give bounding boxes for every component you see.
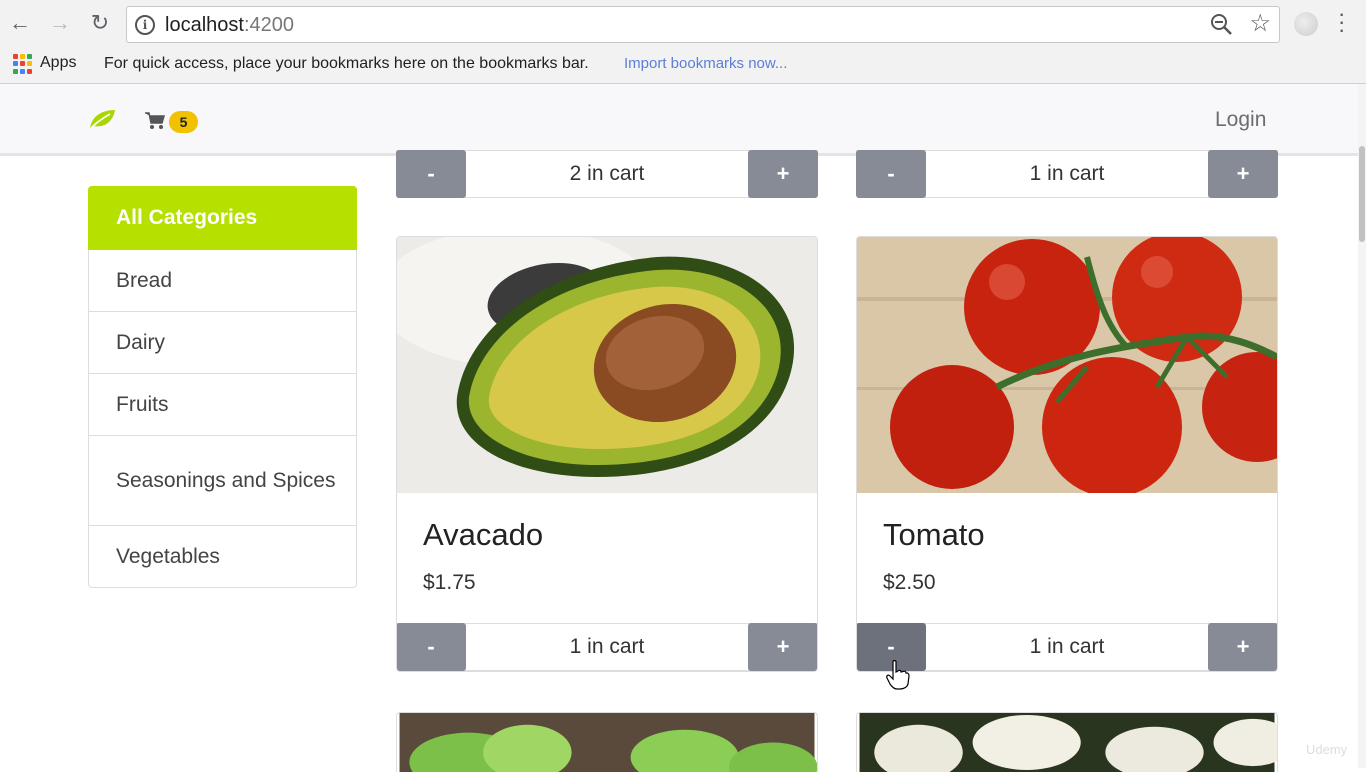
increase-button[interactable]: + xyxy=(1208,150,1278,198)
info-icon[interactable]: i xyxy=(135,15,155,35)
scrollbar-thumb[interactable] xyxy=(1359,146,1365,242)
forward-arrow-icon[interactable]: → xyxy=(46,9,74,37)
cart-quantity: 1 in cart xyxy=(467,624,747,670)
increase-button[interactable]: + xyxy=(748,623,818,671)
quantity-bar: - 1 in cart + xyxy=(396,623,818,671)
category-vegetables[interactable]: Vegetables xyxy=(88,526,357,588)
category-fruits[interactable]: Fruits xyxy=(88,374,357,436)
quantity-bar: - 1 in cart + xyxy=(856,150,1278,198)
category-bread[interactable]: Bread xyxy=(88,250,357,312)
lettuce-image[interactable] xyxy=(396,712,818,772)
product-price: $2.50 xyxy=(883,571,936,595)
cauliflower-image[interactable] xyxy=(856,712,1278,772)
category-dairy[interactable]: Dairy xyxy=(88,312,357,374)
login-link[interactable]: Login xyxy=(1215,108,1266,132)
cart-count-badge[interactable]: 5 xyxy=(169,111,198,133)
quantity-bar: - 2 in cart + xyxy=(396,150,818,198)
app-navbar: 5 Login xyxy=(0,84,1366,156)
leaf-logo-icon[interactable] xyxy=(88,108,116,130)
hand-cursor-icon xyxy=(886,660,910,690)
increase-button[interactable]: + xyxy=(748,150,818,198)
address-url[interactable]: localhost:4200 xyxy=(165,14,294,37)
page-scrollbar[interactable] xyxy=(1358,84,1366,768)
reload-icon[interactable]: ↻ xyxy=(86,9,114,37)
tomato-image[interactable] xyxy=(857,237,1277,493)
back-arrow-icon[interactable]: ← xyxy=(6,9,34,37)
product-card: Avacado $1.75 - 1 in cart + xyxy=(396,236,818,672)
product-title: Avacado xyxy=(423,517,543,553)
cart-icon[interactable] xyxy=(145,112,165,130)
apps-icon[interactable] xyxy=(13,54,33,74)
product-title: Tomato xyxy=(883,517,985,553)
quantity-bar: - 1 in cart + xyxy=(856,623,1278,671)
product-card: Tomato $2.50 - 1 in cart + xyxy=(856,236,1278,672)
increase-button[interactable]: + xyxy=(1208,623,1278,671)
category-sidebar: All Categories Bread Dairy Fruits Season… xyxy=(88,186,357,588)
import-bookmarks-link[interactable]: Import bookmarks now... xyxy=(624,55,787,72)
cart-quantity: 1 in cart xyxy=(927,624,1207,670)
product-price: $1.75 xyxy=(423,571,476,595)
address-bar[interactable]: i localhost:4200 ☆ xyxy=(126,6,1280,43)
bookmarks-hint: For quick access, place your bookmarks h… xyxy=(104,55,589,73)
category-seasonings[interactable]: Seasonings and Spices xyxy=(88,436,357,526)
browser-chrome: ← → ↻ i localhost:4200 ☆ ··· Apps For qu… xyxy=(0,0,1366,84)
apps-link[interactable]: Apps xyxy=(40,54,76,72)
bookmarks-bar: Apps For quick access, place your bookma… xyxy=(0,50,1366,78)
cart-quantity: 2 in cart xyxy=(467,151,747,197)
zoom-icon[interactable] xyxy=(1209,12,1235,38)
udemy-watermark: Udemy xyxy=(1306,742,1347,757)
decrease-button[interactable]: - xyxy=(396,150,466,198)
category-all[interactable]: All Categories xyxy=(88,186,357,250)
decrease-button[interactable]: - xyxy=(396,623,466,671)
cart-quantity: 1 in cart xyxy=(927,151,1207,197)
extension-icon[interactable] xyxy=(1294,12,1318,36)
avocado-image[interactable] xyxy=(397,237,817,493)
decrease-button[interactable]: - xyxy=(856,150,926,198)
bookmark-star-icon[interactable]: ☆ xyxy=(1249,9,1271,38)
menu-dots-icon[interactable]: ··· xyxy=(1338,10,1345,34)
